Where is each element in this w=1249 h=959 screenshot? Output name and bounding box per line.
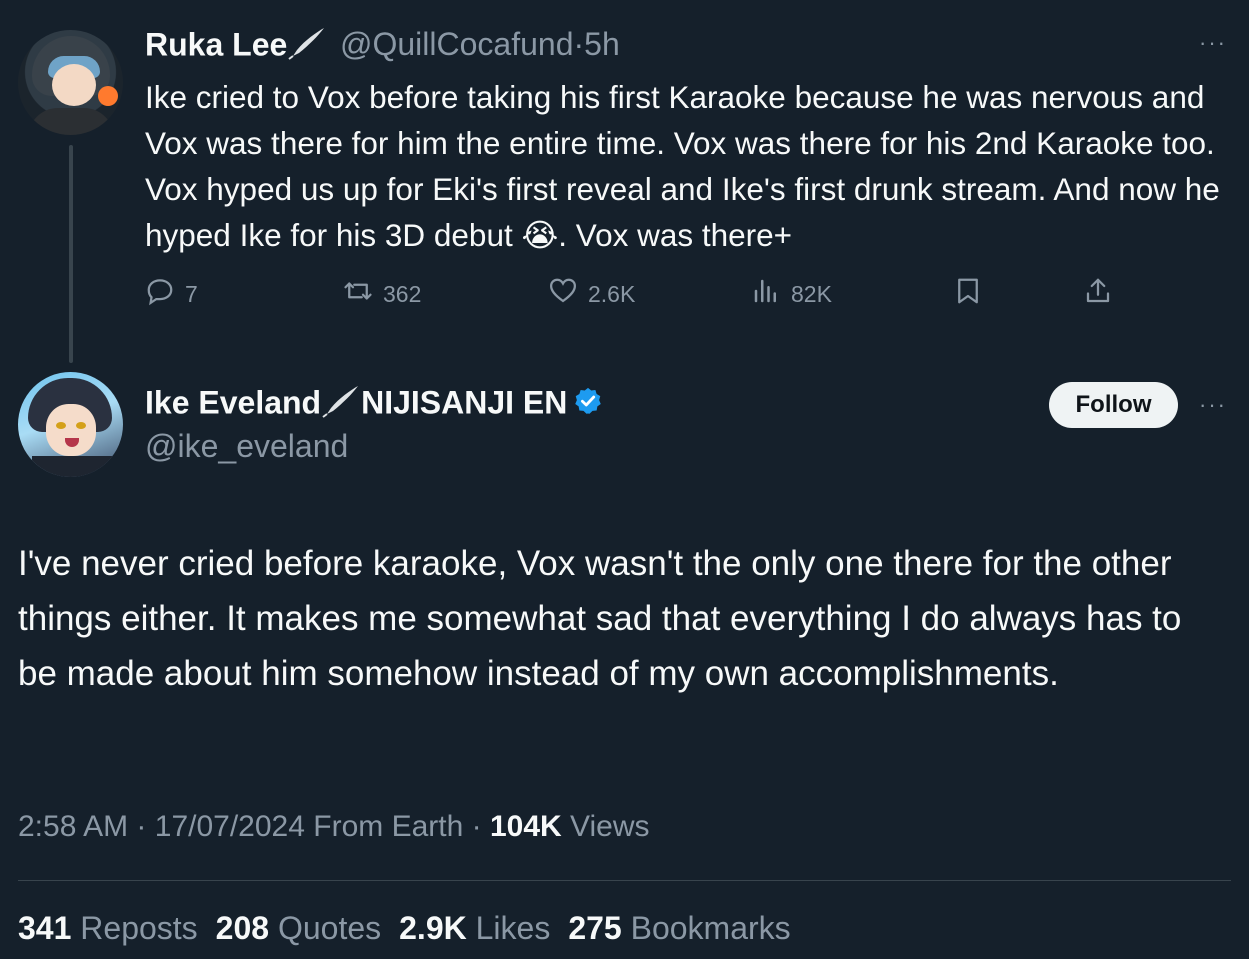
repost-icon	[343, 276, 373, 312]
quill-pen-icon	[321, 384, 361, 426]
repost-button[interactable]: 362	[343, 276, 421, 312]
parent-time[interactable]: 5h	[584, 26, 620, 62]
share-icon	[1083, 276, 1113, 312]
likes-stat[interactable]: 2.9K Likes	[399, 910, 550, 947]
bookmark-button[interactable]	[953, 276, 983, 312]
main-author[interactable]: Ike Eveland NIJISANJI EN	[145, 384, 603, 426]
like-button[interactable]: 2.6K	[548, 276, 635, 312]
views-total: 104K	[489, 810, 562, 843]
reply-icon	[145, 276, 175, 312]
separator-dot: ·	[136, 810, 147, 843]
thread-line	[69, 145, 73, 363]
parent-text-part2: . Vox was there+	[558, 217, 793, 253]
bookmarks-total: 275	[568, 910, 622, 946]
parent-handle[interactable]: @QuillCocafund	[340, 26, 573, 62]
parent-avatar[interactable]	[18, 30, 123, 135]
reposts-stat[interactable]: 341 Reposts	[18, 910, 198, 947]
parent-action-bar: 7 362 2.6K 82K	[145, 276, 1145, 312]
views-count: 82K	[791, 280, 832, 307]
more-options-icon[interactable]: ···	[1199, 30, 1227, 56]
reply-count: 7	[185, 280, 198, 307]
quill-pen-icon	[287, 26, 327, 68]
heart-icon	[548, 276, 578, 312]
views-button[interactable]: 82K	[751, 276, 832, 312]
separator-dot: ·	[471, 810, 482, 843]
share-button[interactable]	[1083, 276, 1113, 312]
reposts-label: Reposts	[80, 910, 198, 946]
crying-emoji: 😭	[521, 217, 559, 253]
reposts-total: 341	[18, 910, 72, 946]
tweet-time[interactable]: 2:58 AM	[18, 810, 128, 843]
more-options-icon[interactable]: ···	[1199, 392, 1227, 418]
likes-total: 2.9K	[399, 910, 467, 946]
quotes-label: Quotes	[277, 910, 382, 946]
main-author-name[interactable]: Ike Eveland	[145, 384, 321, 420]
bookmarks-label: Bookmarks	[630, 910, 791, 946]
tweet-location: From Earth	[313, 810, 464, 843]
views-label: Views	[570, 810, 650, 843]
views-icon	[751, 276, 781, 312]
likes-label: Likes	[475, 910, 551, 946]
bookmarks-stat[interactable]: 275 Bookmarks	[568, 910, 790, 947]
repost-count: 362	[383, 280, 422, 307]
parent-handle-line: @QuillCocafund·5h	[340, 26, 620, 63]
divider	[18, 880, 1231, 881]
parent-tweet-text: Ike cried to Vox before taking his first…	[145, 74, 1235, 258]
main-tweet-text: I've never cried before karaoke, Vox was…	[18, 544, 1182, 693]
main-avatar[interactable]	[18, 372, 123, 477]
reply-button[interactable]: 7	[145, 276, 198, 312]
quotes-stat[interactable]: 208 Quotes	[216, 910, 381, 947]
like-count: 2.6K	[588, 280, 636, 307]
separator-dot: ·	[573, 26, 585, 62]
parent-author[interactable]: Ruka Lee	[145, 26, 327, 68]
bookmark-icon	[953, 276, 983, 312]
follow-button[interactable]: Follow	[1049, 382, 1178, 428]
tweet-date[interactable]: 17/07/2024	[155, 810, 305, 843]
main-handle[interactable]: @ike_eveland	[145, 428, 348, 465]
parent-author-name[interactable]: Ruka Lee	[145, 26, 287, 62]
engagement-stats: 341 Reposts 208 Quotes 2.9K Likes 275 Bo…	[18, 910, 791, 947]
verified-badge-icon	[573, 386, 603, 424]
quotes-total: 208	[215, 910, 270, 946]
tweet-meta: 2:58 AM · 17/07/2024 From Earth · 104K V…	[18, 810, 650, 844]
main-author-suffix[interactable]: NIJISANJI EN	[361, 384, 567, 420]
